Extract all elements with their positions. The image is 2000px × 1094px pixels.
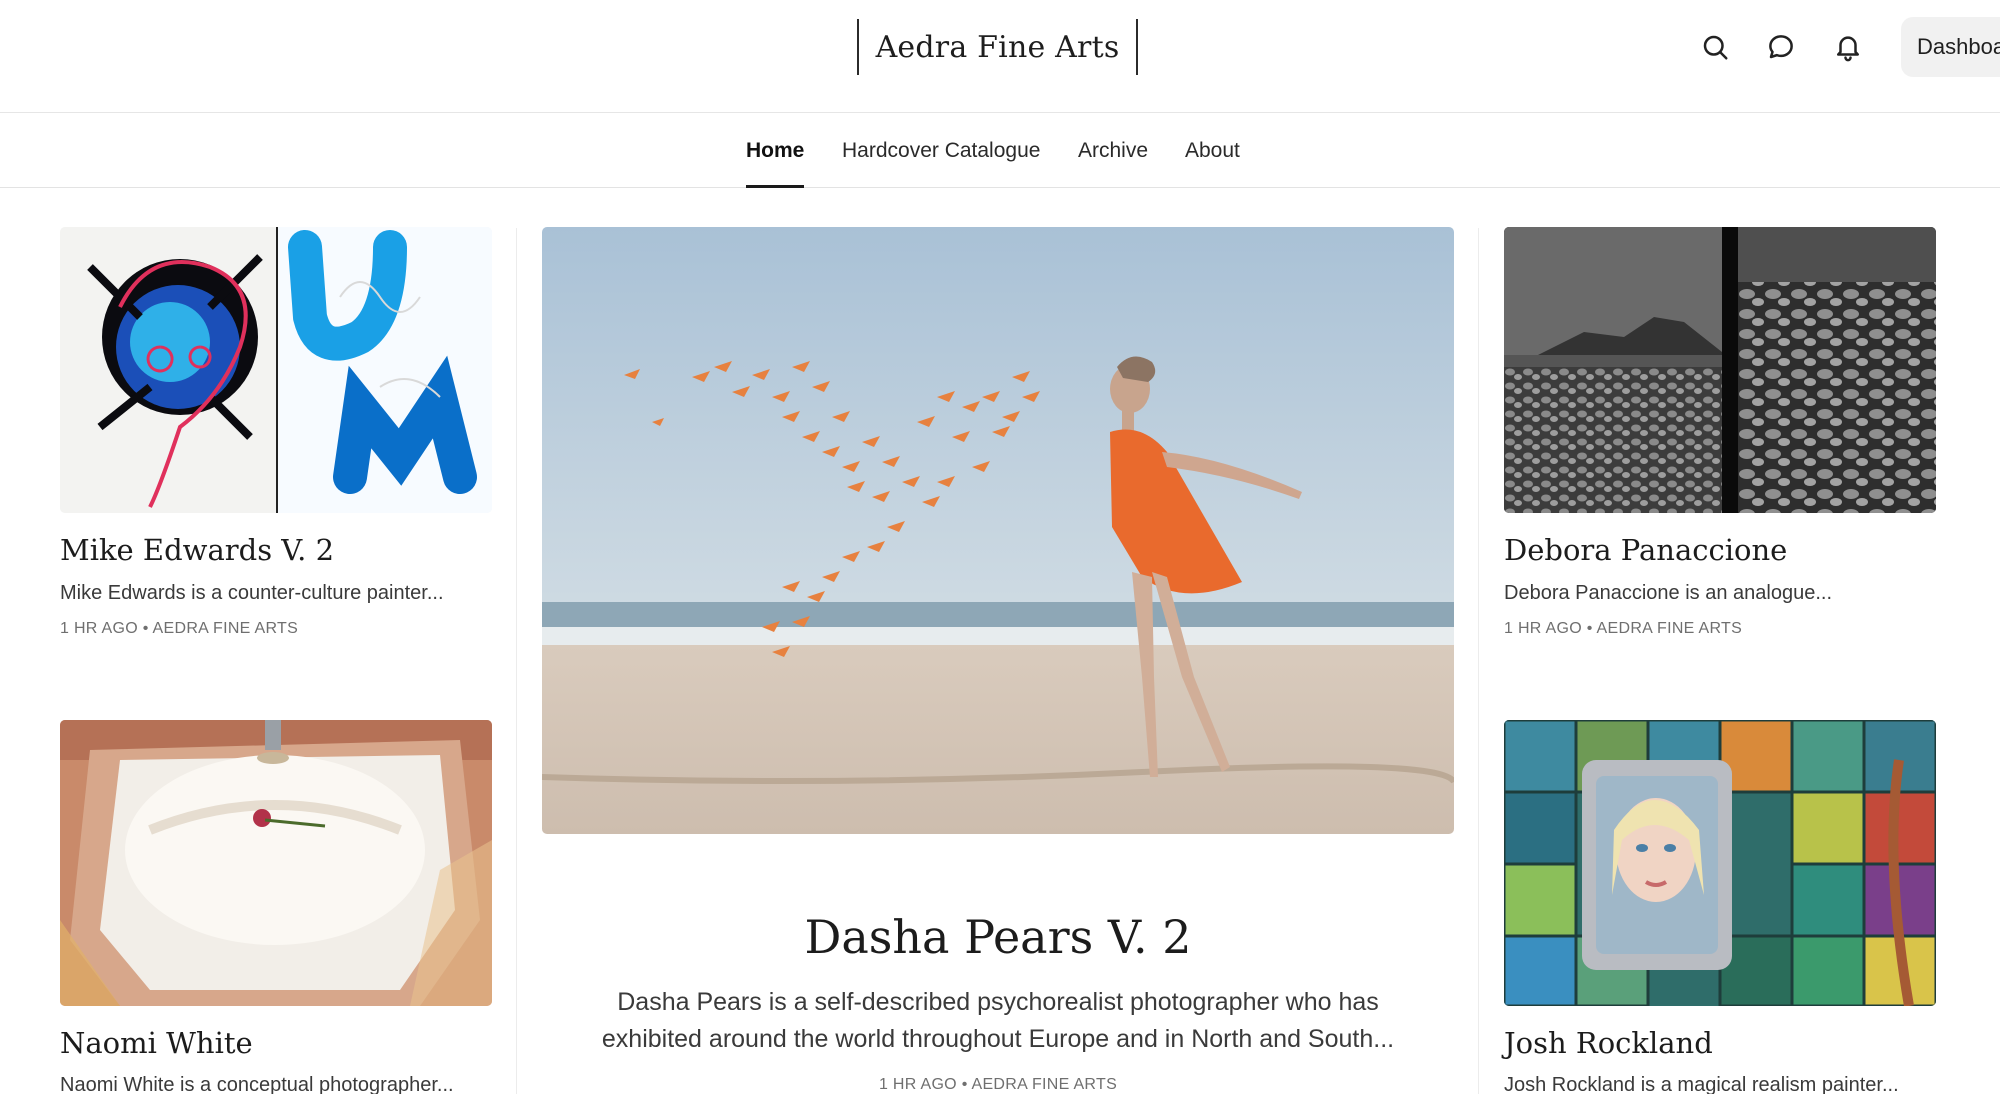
featured-post-image[interactable] (542, 227, 1454, 834)
search-icon (1703, 35, 1728, 60)
column-divider (516, 228, 517, 1094)
dashboard-button[interactable]: Dashboard (1901, 17, 2000, 77)
notifications-button[interactable] (1830, 29, 1866, 65)
meta-separator: • (961, 1076, 968, 1093)
post-author[interactable]: AEDRA FINE ARTS (1597, 620, 1743, 637)
post-excerpt: Debora Panaccione is an analogue... (1504, 582, 1833, 604)
chat-icon (1769, 35, 1793, 59)
featured-post-meta: 1 HR AGO • AEDRA FINE ARTS (542, 1076, 1454, 1094)
column-divider (1478, 228, 1479, 1094)
post-title[interactable]: Naomi White (60, 1026, 253, 1060)
nav-about[interactable]: About (1185, 114, 1240, 188)
post-time: 1 HR AGO (1504, 620, 1582, 637)
post-excerpt: Josh Rockland is a magical realism paint… (1504, 1074, 1899, 1094)
featured-post-excerpt-line2: exhibited around the world throughout Eu… (601, 1025, 1395, 1053)
nav-archive[interactable]: Archive (1078, 114, 1148, 188)
post-title[interactable]: Debora Panaccione (1504, 533, 1787, 567)
post-time: 1 HR AGO (878, 1076, 957, 1093)
meta-separator: • (1586, 620, 1593, 637)
post-image-josh-rockland[interactable] (1504, 720, 1936, 1006)
post-image-mike-edwards[interactable] (60, 227, 492, 513)
nav-hardcover-catalogue[interactable]: Hardcover Catalogue (842, 114, 1040, 188)
top-bar: Aedra Fine Arts Dashboard (0, 0, 2000, 113)
post-author[interactable]: AEDRA FINE ARTS (971, 1076, 1117, 1093)
post-excerpt: Mike Edwards is a counter-culture painte… (60, 582, 444, 604)
publication-logo[interactable]: Aedra Fine Arts (857, 19, 1138, 75)
post-meta: 1 HR AGO • AEDRA FINE ARTS (1504, 620, 1742, 638)
featured-post-title[interactable]: Dasha Pears V. 2 (542, 910, 1454, 964)
post-title[interactable]: Josh Rockland (1504, 1026, 1713, 1060)
chat-button[interactable] (1763, 29, 1799, 65)
search-button[interactable] (1697, 29, 1733, 65)
post-image-debora-panaccione[interactable] (1504, 227, 1936, 513)
post-meta: 1 HR AGO • AEDRA FINE ARTS (60, 620, 298, 638)
main-nav: Home Hardcover Catalogue Archive About (0, 114, 2000, 188)
post-title[interactable]: Mike Edwards V. 2 (60, 533, 334, 567)
meta-separator: • (142, 620, 149, 637)
post-author[interactable]: AEDRA FINE ARTS (153, 620, 299, 637)
post-excerpt: Naomi White is a conceptual photographer… (60, 1074, 454, 1094)
nav-home[interactable]: Home (746, 114, 805, 188)
featured-post-excerpt-line1: Dasha Pears is a self-described psychore… (617, 988, 1379, 1016)
post-time: 1 HR AGO (60, 620, 138, 637)
bell-icon (1837, 36, 1859, 62)
post-image-naomi-white[interactable] (60, 720, 492, 1006)
